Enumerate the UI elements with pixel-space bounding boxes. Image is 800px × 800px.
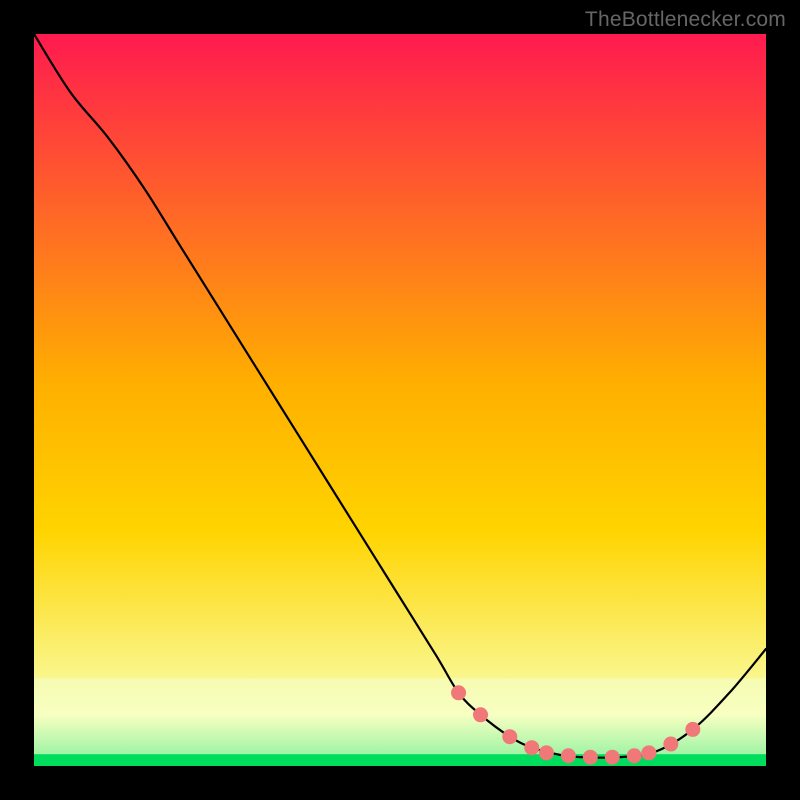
chart-frame: TheBottlenecker.com [0,0,800,800]
marker-point [561,748,576,763]
chart-svg [34,34,766,766]
marker-point [451,685,466,700]
marker-point [583,750,598,765]
marker-point [502,729,517,744]
marker-point [605,750,620,765]
marker-point [524,740,539,755]
marker-point [685,722,700,737]
marker-point [641,745,656,760]
watermark-text: TheBottlenecker.com [585,8,786,32]
marker-point [663,737,678,752]
marker-point [539,745,554,760]
plot-area [34,34,766,766]
marker-point [627,748,642,763]
pale-band [34,678,766,754]
marker-point [473,707,488,722]
gradient-background [34,34,766,766]
green-band [34,754,766,766]
